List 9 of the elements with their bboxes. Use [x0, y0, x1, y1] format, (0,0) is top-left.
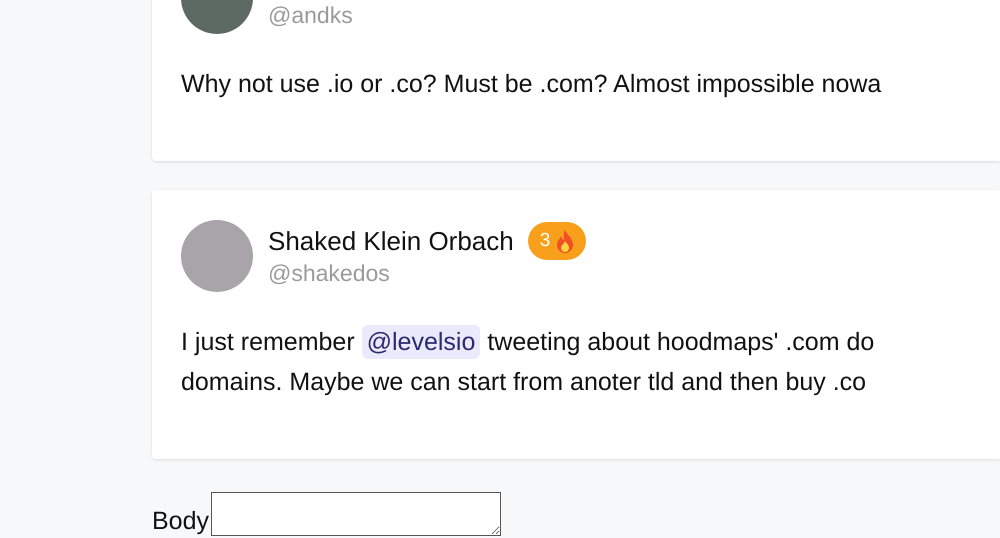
- flame-icon: [556, 229, 574, 253]
- comment-text: domains. Maybe we can start from anoter tld and then buy .co: [181, 367, 868, 398]
- body-field[interactable]: [210, 492, 501, 536]
- mention-link[interactable]: @levelsio: [362, 325, 480, 359]
- body-label: Body: [152, 506, 209, 536]
- comment-text: Why not use .io or .co? Must be .com? Almost impossible nowa: [181, 69, 882, 100]
- comment-text: I just remember @levelsio tweeting about hoodmaps' .com do: [181, 322, 1000, 362]
- streak-badge: 3: [528, 222, 586, 260]
- user-name[interactable]: Shaked Klein Orbach: [268, 225, 514, 257]
